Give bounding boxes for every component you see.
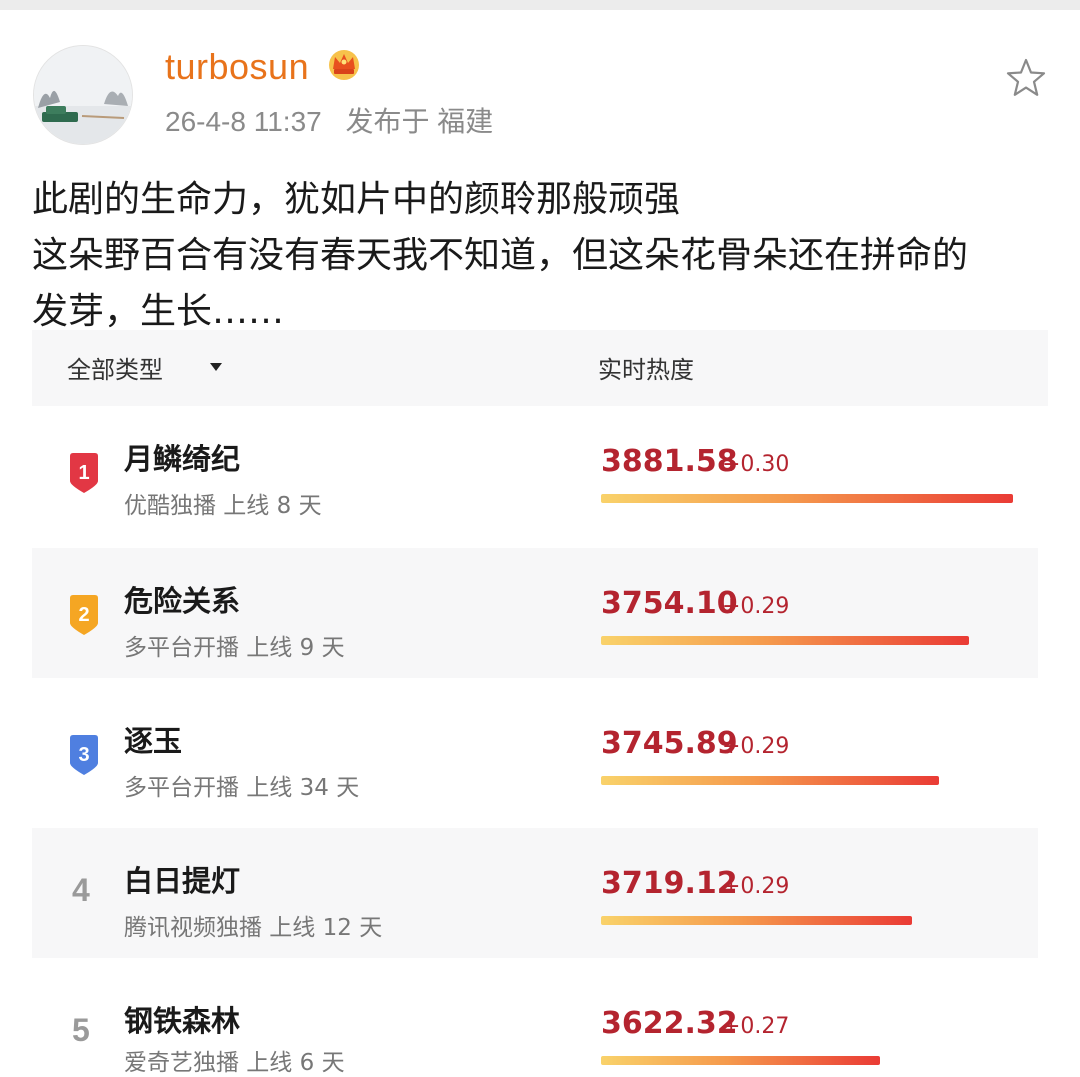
- type-filter[interactable]: 全部类型: [67, 350, 163, 385]
- post-text: 此剧的生命力，犹如片中的颜聆那般顽强 这朵野百合有没有春天我不知道，但这朵花骨朵…: [32, 172, 1052, 340]
- post-location: 发布于 福建: [345, 106, 494, 137]
- heat-bar: [601, 776, 939, 785]
- show-title: 钢铁森林: [124, 1004, 241, 1038]
- post-time: 26-4-8 11:37: [165, 106, 322, 137]
- avatar-photo: [34, 46, 132, 144]
- rank-badge-1-icon: 1: [70, 453, 98, 493]
- heat-score: 3745.89: [601, 726, 738, 761]
- heat-delta: +0.29: [722, 734, 790, 759]
- heat-delta: +0.29: [722, 594, 790, 619]
- star-icon[interactable]: [1004, 56, 1048, 100]
- post-meta: 26-4-8 11:37 发布于 福建: [165, 100, 509, 140]
- heat-bar: [601, 1056, 880, 1065]
- show-title: 月鳞绮纪: [124, 442, 241, 476]
- post-text-line: 此剧的生命力，犹如片中的颜聆那般顽强: [32, 179, 681, 220]
- heat-delta: +0.29: [722, 874, 790, 899]
- avatar[interactable]: [33, 45, 133, 145]
- ranking-row[interactable]: 3 逐玉 多平台开播 上线 34 天 3745.89 +0.29: [32, 688, 1038, 818]
- show-subtitle: 优酷独播 上线 8 天: [124, 493, 322, 519]
- heat-score: 3622.32: [601, 1006, 738, 1041]
- ranking-row[interactable]: 5 钢铁森林 爱奇艺独播 上线 6 天 3622.32 +0.27: [32, 968, 1038, 1076]
- caret-down-icon[interactable]: [210, 363, 222, 371]
- heat-bar: [601, 636, 969, 645]
- ranking-row[interactable]: 1 月鳞绮纪 优酷独播 上线 8 天 3881.58 +0.30: [32, 406, 1038, 536]
- heat-bar: [601, 494, 1013, 503]
- rank-number: 2: [78, 604, 89, 626]
- ranking-row[interactable]: 2 危险关系 多平台开播 上线 9 天 3754.10 +0.29: [32, 548, 1038, 678]
- show-subtitle: 腾讯视频独播 上线 12 天: [124, 915, 383, 941]
- heat-bar: [601, 916, 912, 925]
- show-subtitle: 多平台开播 上线 9 天: [124, 635, 345, 661]
- show-subtitle: 爱奇艺独播 上线 6 天: [124, 1050, 345, 1076]
- heat-delta: +0.27: [722, 1014, 790, 1039]
- heat-column-label: 实时热度: [598, 356, 694, 384]
- heat-score: 3881.58: [601, 444, 738, 479]
- show-title: 白日提灯: [124, 864, 241, 898]
- rank-number: 3: [78, 744, 89, 766]
- rank-badge-3-icon: 3: [70, 735, 98, 775]
- heat-score: 3754.10: [601, 586, 738, 621]
- rank-number: 1: [78, 462, 89, 484]
- crown-icon: [329, 50, 359, 80]
- top-bar: [0, 0, 1080, 10]
- rank-badge-2-icon: 2: [70, 595, 98, 635]
- heat-delta: +0.30: [722, 452, 790, 477]
- rank-number: 5: [72, 1012, 90, 1048]
- username[interactable]: turbosun: [165, 46, 309, 88]
- heat-score: 3719.12: [601, 866, 738, 901]
- show-subtitle: 多平台开播 上线 34 天: [124, 775, 360, 801]
- rank-number: 4: [72, 872, 90, 908]
- ranking-header: 全部类型 实时热度: [32, 330, 1048, 406]
- ranking-row[interactable]: 4 白日提灯 腾讯视频独播 上线 12 天 3719.12 +0.29: [32, 828, 1038, 958]
- show-title: 危险关系: [124, 584, 241, 618]
- post-text-line: 这朵野百合有没有春天我不知道，但这朵花骨朵还在拼命的: [32, 235, 969, 276]
- show-title: 逐玉: [124, 724, 183, 758]
